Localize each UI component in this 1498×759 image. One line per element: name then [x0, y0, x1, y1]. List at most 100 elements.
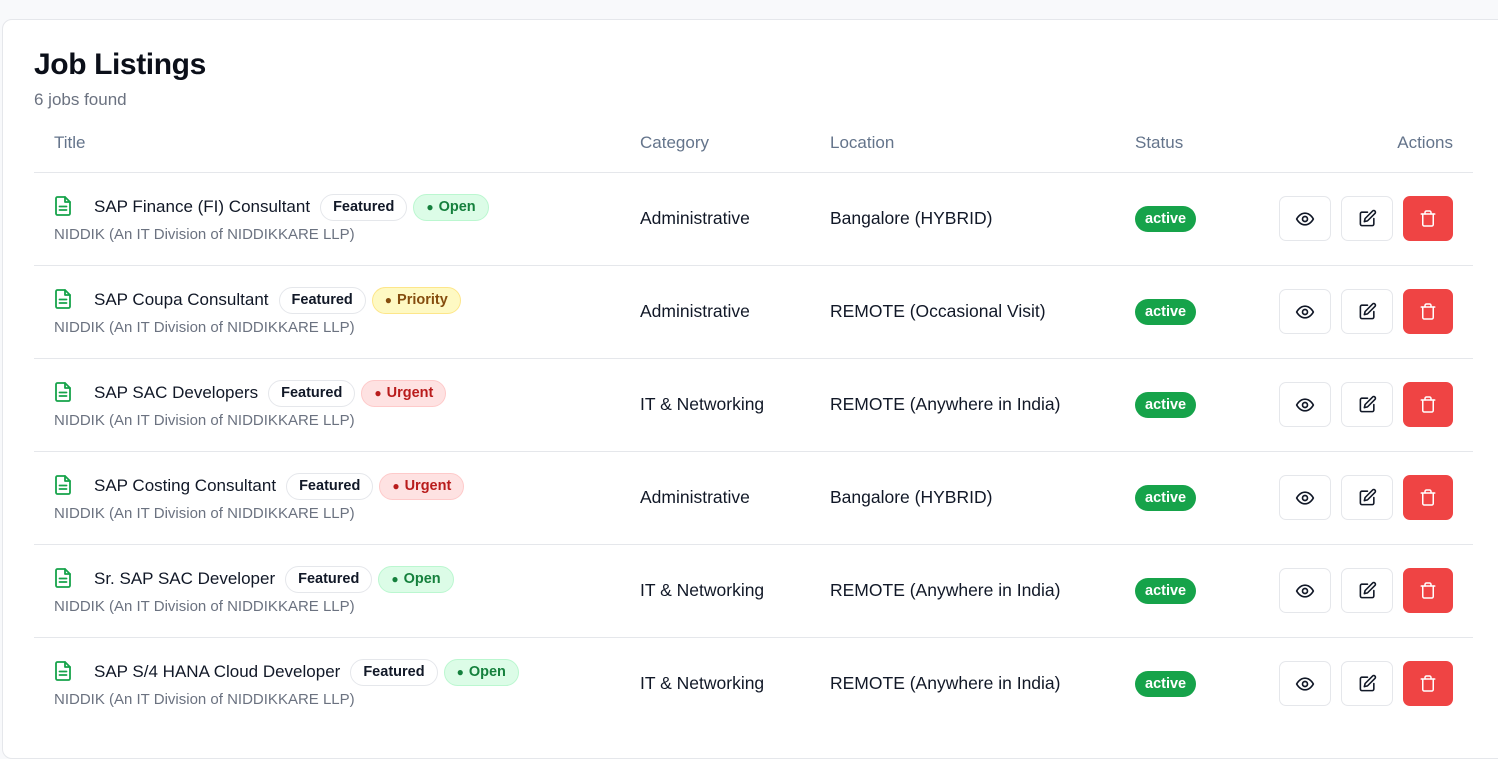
view-button[interactable] [1279, 382, 1331, 427]
company-name: NIDDIK (An IT Division of NIDDIKKARE LLP… [54, 319, 355, 336]
delete-button[interactable] [1403, 289, 1453, 334]
trash-icon [1419, 302, 1437, 321]
eye-icon [1295, 395, 1315, 415]
table-row: SAP SAC Developers Featured ● Urgent NIDD… [34, 359, 1473, 452]
job-title[interactable]: SAP SAC Developers [94, 383, 258, 403]
edit-button[interactable] [1341, 196, 1393, 241]
featured-badge: Featured [278, 286, 366, 314]
trash-icon [1419, 209, 1437, 228]
document-icon [54, 196, 72, 216]
job-category: Administrative [640, 301, 750, 321]
dot-icon: ● [384, 293, 393, 307]
featured-badge: Featured [320, 193, 408, 221]
job-title[interactable]: SAP Finance (FI) Consultant [94, 197, 310, 217]
trash-icon [1419, 488, 1437, 507]
status-tag-badge: ● Urgent [361, 379, 447, 407]
edit-button[interactable] [1341, 475, 1393, 520]
edit-icon [1358, 488, 1377, 507]
job-title[interactable]: Sr. SAP SAC Developer [94, 569, 275, 589]
trash-icon [1419, 674, 1437, 693]
featured-badge: Featured [285, 565, 373, 593]
tag-label: Priority [397, 292, 448, 308]
edit-icon [1358, 395, 1377, 414]
job-title-line: SAP Coupa Consultant Featured ● Priority [94, 286, 461, 314]
job-title[interactable]: SAP Costing Consultant [94, 476, 276, 496]
company-name: NIDDIK (An IT Division of NIDDIKKARE LLP… [54, 598, 355, 615]
column-header-actions: Actions [1397, 133, 1453, 152]
delete-button[interactable] [1403, 196, 1453, 241]
dot-icon: ● [391, 572, 399, 586]
job-location: Bangalore (HYBRID) [830, 487, 993, 507]
trash-icon [1419, 395, 1437, 414]
job-title-line: SAP Finance (FI) Consultant Featured ● Op… [94, 193, 489, 221]
job-title-line: SAP S/4 HANA Cloud Developer Featured ● O… [94, 658, 519, 686]
status-tag-badge: ● Open [378, 565, 454, 593]
document-icon [54, 289, 72, 309]
edit-button[interactable] [1341, 568, 1393, 613]
tag-label: Urgent [404, 478, 452, 494]
edit-icon [1358, 209, 1377, 228]
eye-icon [1295, 302, 1315, 322]
job-category: Administrative [640, 208, 750, 228]
job-title-line: SAP SAC Developers Featured ● Urgent [94, 379, 447, 407]
status-tag-badge: ● Priority [371, 286, 461, 314]
column-header-location: Location [830, 133, 895, 152]
status-badge: active [1135, 671, 1197, 697]
view-button[interactable] [1279, 568, 1331, 613]
featured-badge: Featured [268, 379, 356, 407]
status-tag-badge: ● Urgent [379, 472, 465, 500]
featured-badge: Featured [286, 472, 374, 500]
eye-icon [1295, 581, 1315, 601]
job-title[interactable]: SAP S/4 HANA Cloud Developer [94, 662, 340, 682]
delete-button[interactable] [1403, 475, 1453, 520]
page-title: Job Listings [34, 48, 206, 81]
status-badge: active [1135, 206, 1197, 232]
eye-icon [1295, 488, 1315, 508]
job-table-body: SAP Finance (FI) Consultant Featured ● Op… [34, 173, 1473, 731]
status-badge: active [1135, 299, 1197, 325]
trash-icon [1419, 581, 1437, 600]
job-location: REMOTE (Occasional Visit) [830, 301, 1046, 321]
eye-icon [1295, 209, 1315, 229]
delete-button[interactable] [1403, 661, 1453, 706]
job-category: IT & Networking [640, 673, 765, 693]
company-name: NIDDIK (An IT Division of NIDDIKKARE LLP… [54, 226, 355, 243]
company-name: NIDDIK (An IT Division of NIDDIKKARE LLP… [54, 691, 355, 708]
delete-button[interactable] [1403, 568, 1453, 613]
edit-button[interactable] [1341, 661, 1393, 706]
company-name: NIDDIK (An IT Division of NIDDIKKARE LLP… [54, 505, 355, 522]
tag-label: Open [438, 199, 476, 215]
table-row: SAP S/4 HANA Cloud Developer Featured ● O… [34, 638, 1473, 731]
view-button[interactable] [1279, 475, 1331, 520]
document-icon [54, 661, 72, 681]
job-title[interactable]: SAP Coupa Consultant [94, 290, 269, 310]
dot-icon: ● [392, 479, 400, 493]
document-icon [54, 382, 72, 402]
column-header-status: Status [1135, 133, 1184, 152]
job-category: Administrative [640, 487, 750, 507]
job-listings-card: Job Listings 6 jobs found Title Category… [2, 19, 1498, 759]
job-location: REMOTE (Anywhere in India) [830, 580, 1061, 600]
job-category: IT & Networking [640, 580, 765, 600]
job-category: IT & Networking [640, 394, 765, 414]
job-location: REMOTE (Anywhere in India) [830, 394, 1061, 414]
edit-button[interactable] [1341, 289, 1393, 334]
view-button[interactable] [1279, 196, 1331, 241]
view-button[interactable] [1279, 661, 1331, 706]
edit-icon [1358, 302, 1377, 321]
table-row: SAP Coupa Consultant Featured ● Priority … [34, 266, 1473, 359]
dot-icon: ● [426, 200, 434, 214]
view-button[interactable] [1279, 289, 1331, 334]
column-header-title: Title [54, 133, 86, 152]
eye-icon [1295, 674, 1315, 694]
company-name: NIDDIK (An IT Division of NIDDIKKARE LLP… [54, 412, 355, 429]
status-badge: active [1135, 578, 1197, 604]
table-row: Sr. SAP SAC Developer Featured ● Open NID… [34, 545, 1473, 638]
status-badge: active [1135, 392, 1197, 418]
status-tag-badge: ● Open [413, 193, 489, 221]
dot-icon: ● [456, 665, 464, 679]
delete-button[interactable] [1403, 382, 1453, 427]
edit-button[interactable] [1341, 382, 1393, 427]
tag-label: Open [403, 571, 441, 587]
document-icon [54, 568, 72, 588]
